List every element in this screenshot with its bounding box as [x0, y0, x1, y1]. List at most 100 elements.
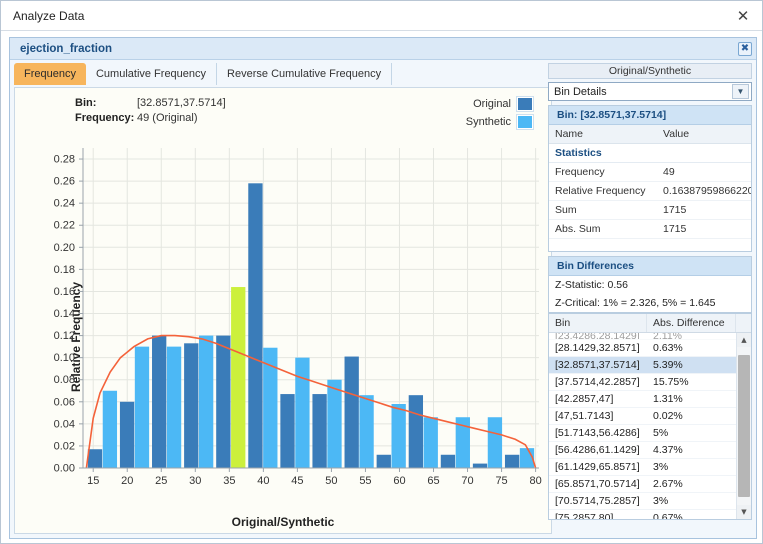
y-tick-label: 0.12 — [54, 330, 75, 342]
bar-synthetic — [327, 379, 342, 468]
y-tick-label: 0.00 — [54, 463, 75, 475]
statistic-name: Relative Frequency — [555, 185, 646, 197]
document-header: ejection_fraction ✖ — [10, 38, 756, 60]
document-close-icon[interactable]: ✖ — [738, 41, 752, 56]
statistic-value: 0.163879598662207… — [663, 185, 751, 197]
bar-original — [248, 183, 263, 468]
y-tick-label: 0.24 — [54, 198, 75, 210]
y-tick-label: 0.14 — [54, 308, 75, 320]
histogram-plot: 0.00 0.02 0.04 0.06 0.08 0.10 0.12 0.14 0.16 0.18… — [54, 148, 542, 487]
bar-synthetic — [134, 346, 150, 468]
bin-details-dropdown[interactable]: Bin Details ▼ — [548, 82, 752, 101]
analyze-data-window: Analyze Data ✕ ejection_fraction ✖ Frequ… — [0, 0, 763, 544]
bar-synthetic — [487, 417, 503, 468]
legend-label: Original — [473, 98, 511, 110]
bar-original — [472, 463, 488, 468]
table-row[interactable]: [23.4286,28.1429] 2.11% — [549, 333, 751, 340]
kv-col-value: Value — [663, 128, 690, 140]
bin-details-dropdown-value: Bin Details — [554, 85, 607, 98]
y-tick-label: 0.20 — [54, 242, 75, 254]
bin-range: [37.5714,42.2857] — [555, 376, 640, 388]
x-tick-label: 80 — [529, 475, 541, 487]
bar-original — [216, 335, 231, 468]
bar-synthetic — [295, 357, 310, 468]
details-column: Original/Synthetic Bin Details ▼ Bin: [3… — [548, 63, 752, 534]
readout-bin-label: Bin: — [75, 97, 97, 109]
table-row[interactable]: [70.5714,75.2857] 3% — [549, 493, 751, 510]
statistic-row[interactable]: Relative Frequency 0.163879598662207… — [549, 182, 751, 201]
legend-item: Original — [466, 96, 534, 112]
bin-range: [28.1429,32.8571] — [555, 342, 640, 354]
bin-range: [47,51.7143] — [555, 410, 614, 422]
bin-range: [61.1429,65.8571] — [555, 461, 640, 473]
bin-range: [51.7143,56.4286] — [555, 427, 640, 439]
plot-background — [83, 148, 539, 468]
tab-label: Frequency — [24, 68, 76, 80]
statistic-value: 49 — [663, 166, 675, 178]
y-tick-label: 0.08 — [54, 374, 75, 386]
table-row[interactable]: [28.1429,32.8571] 0.63% — [549, 340, 751, 357]
statistic-row[interactable]: Frequency 49 — [549, 163, 751, 182]
statistics-rows: Frequency 49 Relative Frequency 0.163879598… — [549, 163, 751, 239]
tab-frequency[interactable]: Frequency — [14, 63, 86, 85]
statistic-name: Abs. Sum — [555, 223, 601, 235]
bin-range: [56.4286,61.1429] — [555, 444, 640, 456]
statistic-value: 1715 — [663, 204, 687, 216]
bar-original — [504, 454, 520, 468]
vertical-scrollbar[interactable]: ▲ ▼ — [736, 333, 751, 519]
z-critical: Z-Critical: 1% = 2.326, 5% = 1.645 — [555, 297, 716, 309]
statistic-name: Frequency — [555, 166, 605, 178]
bin-differences-table-header: Bin Abs. Difference — [549, 314, 751, 333]
kv-table-header: Name Value — [549, 125, 751, 144]
bar-synthetic — [166, 346, 182, 468]
statistic-name: Sum — [555, 204, 577, 216]
z-statistic: Z-Statistic: 0.56 — [555, 279, 628, 291]
close-icon[interactable]: ✕ — [732, 5, 754, 27]
bar-synthetic — [359, 395, 374, 468]
bin-range: [65.8571,70.5714] — [555, 478, 640, 490]
chevron-down-icon[interactable]: ▼ — [732, 84, 749, 99]
table-row[interactable]: [51.7143,56.4286] 5% — [549, 425, 751, 442]
table-row[interactable]: [75.2857,80] 0.67% — [549, 510, 751, 519]
table-row[interactable]: [47,51.7143] 0.02% — [549, 408, 751, 425]
table-row[interactable]: [61.1429,65.8571] 3% — [549, 459, 751, 476]
statistic-row[interactable]: Sum 1715 — [549, 201, 751, 220]
statistic-row[interactable]: Abs. Sum 1715 — [549, 220, 751, 239]
tab-reverse-cumulative-frequency[interactable]: Reverse Cumulative Frequency — [217, 63, 393, 85]
x-tick-label: 20 — [121, 475, 133, 487]
x-tick-label: 35 — [223, 475, 235, 487]
scroll-up-icon[interactable]: ▲ — [737, 333, 751, 347]
y-tick-label: 0.10 — [54, 352, 75, 364]
table-row[interactable]: [37.5714,42.2857] 15.75% — [549, 374, 751, 391]
tab-bar: Frequency Cumulative Frequency Reverse Cum… — [14, 63, 552, 85]
scrollbar-thumb[interactable] — [738, 355, 750, 497]
y-tick-label: 0.18 — [54, 264, 75, 276]
table-row[interactable]: [56.4286,61.1429] 4.37% — [549, 442, 751, 459]
col-abs-difference: Abs. Difference — [647, 314, 736, 332]
bar-original — [119, 401, 135, 468]
bar-synthetic — [423, 417, 438, 468]
bar-original — [87, 449, 103, 468]
x-tick-label: 60 — [393, 475, 405, 487]
y-tick-label: 0.16 — [54, 286, 75, 298]
bin-range: [75.2857,80] — [555, 512, 614, 519]
bin-differences-panel: Bin Differences Z-Statistic: 0.56 Z-Crit… — [548, 256, 752, 313]
tab-label: Cumulative Frequency — [95, 68, 207, 80]
table-row[interactable]: [65.8571,70.5714] 2.67% — [549, 476, 751, 493]
bin-differences-scroll[interactable]: [23.4286,28.1429] 2.11% [28.1429,32.8571] 0… — [549, 333, 751, 519]
bin-range: [70.5714,75.2857] — [555, 495, 640, 507]
x-tick-label: 40 — [257, 475, 269, 487]
y-tick-label: 0.02 — [54, 440, 75, 452]
tab-label: Reverse Cumulative Frequency — [227, 68, 382, 80]
bin-differences-table: Bin Abs. Difference [23.4286,28.1429] 2.1… — [548, 313, 752, 520]
table-row[interactable]: [32.8571,37.5714] 5.39% — [549, 357, 751, 374]
col-bin: Bin — [549, 314, 647, 332]
tab-cumulative-frequency[interactable]: Cumulative Frequency — [86, 63, 218, 85]
table-row[interactable]: [42.2857,47] 1.31% — [549, 391, 751, 408]
scroll-down-icon[interactable]: ▼ — [737, 505, 751, 519]
bar-original — [408, 395, 424, 468]
y-tick-label: 0.26 — [54, 176, 75, 188]
x-tick-label: 30 — [189, 475, 201, 487]
kv-col-name: Name — [555, 128, 584, 140]
y-tick-label: 0.06 — [54, 396, 75, 408]
